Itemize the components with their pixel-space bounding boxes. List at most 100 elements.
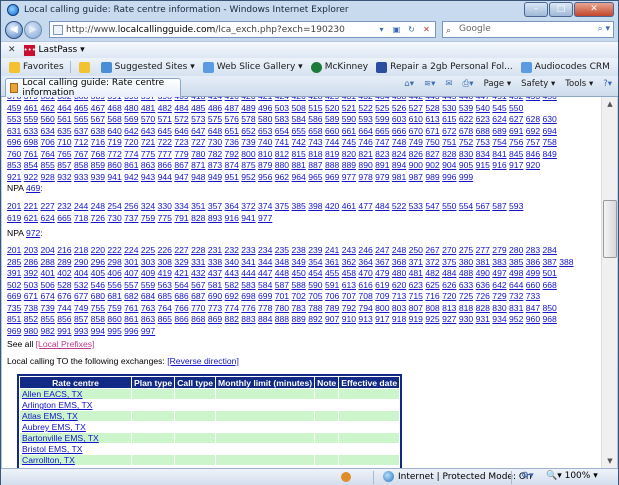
prefix-link[interactable]: 497	[492, 268, 506, 278]
prefix-link[interactable]: 372	[425, 257, 439, 267]
prefix-link[interactable]: 941	[107, 172, 121, 182]
prefix-link[interactable]: 239	[308, 245, 322, 255]
prefix-link[interactable]: 379	[24, 97, 38, 101]
prefix-link[interactable]: 807	[409, 303, 423, 313]
prefix-link[interactable]: 590	[342, 114, 356, 124]
prefix-link[interactable]: 465	[74, 103, 88, 113]
prefix-link[interactable]: 267	[425, 245, 439, 255]
prefix-link[interactable]: 374	[258, 201, 272, 211]
prefix-link[interactable]: 718	[74, 213, 88, 223]
prefix-link[interactable]: 413	[191, 97, 205, 101]
prefix-link[interactable]: 393	[124, 97, 138, 101]
prefix-link[interactable]: 539	[459, 103, 473, 113]
prefix-link[interactable]: 893	[208, 213, 222, 223]
prefix-link[interactable]: 890	[358, 160, 372, 170]
prefix-link[interactable]: 391	[107, 97, 121, 101]
prefix-link[interactable]: 776	[241, 303, 255, 313]
prefix-link[interactable]: 732	[509, 291, 523, 301]
prefix-link[interactable]: 665	[57, 213, 71, 223]
prefix-link[interactable]: 845	[509, 149, 523, 159]
prefix-link[interactable]: 808	[425, 303, 439, 313]
prefix-link[interactable]: 968	[543, 314, 557, 324]
prefix-link[interactable]: 593	[509, 201, 523, 211]
prefix-link[interactable]: 868	[191, 314, 205, 324]
fix-icon[interactable]: ⚙▾	[521, 471, 534, 481]
prefix-link[interactable]: 827	[425, 149, 439, 159]
prefix-link[interactable]: 977	[342, 172, 356, 182]
prefix-link[interactable]: 636	[476, 280, 490, 290]
prefix-link[interactable]: 381	[40, 97, 54, 101]
prefix-link[interactable]: 969	[325, 172, 339, 182]
prefix-link[interactable]: 626	[442, 280, 456, 290]
scroll-up-icon[interactable]: ▲	[603, 97, 617, 111]
prefix-link[interactable]: 706	[40, 137, 54, 147]
prefix-link[interactable]: 665	[375, 126, 389, 136]
prefix-link[interactable]: 341	[241, 257, 255, 267]
prefix-link[interactable]: 226	[158, 245, 172, 255]
prefix-link[interactable]: 719	[107, 137, 121, 147]
prefix-link[interactable]: 694	[543, 126, 557, 136]
prefix-link[interactable]: 680	[91, 291, 105, 301]
compat-view-icon[interactable]: ▣	[390, 23, 403, 36]
prefix-link[interactable]: 428	[308, 97, 322, 101]
prefix-link[interactable]: 481	[141, 103, 155, 113]
prefix-link[interactable]: 854	[24, 160, 38, 170]
prefix-link[interactable]: 232	[57, 201, 71, 211]
prefix-link[interactable]: 640	[107, 126, 121, 136]
prefix-link[interactable]: 707	[342, 291, 356, 301]
prefix-link[interactable]: 567	[191, 280, 205, 290]
prefix-link[interactable]: 849	[543, 149, 557, 159]
prefix-link[interactable]: 746	[358, 137, 372, 147]
prefix-link[interactable]: 834	[476, 149, 490, 159]
prefix-link[interactable]: 490	[476, 268, 490, 278]
prefix-link[interactable]: 867	[174, 160, 188, 170]
prefix-link[interactable]: 765	[57, 149, 71, 159]
prefix-link[interactable]: 820	[342, 149, 356, 159]
prefix-link[interactable]: 730	[107, 213, 121, 223]
prefix-link[interactable]: 666	[392, 126, 406, 136]
prefix-link[interactable]: 290	[74, 257, 88, 267]
prefix-link[interactable]: 587	[492, 201, 506, 211]
prefix-link[interactable]: 421	[174, 268, 188, 278]
prefix-link[interactable]: 858	[74, 160, 88, 170]
prefix-link[interactable]: 455	[325, 268, 339, 278]
prefix-link[interactable]: 642	[492, 280, 506, 290]
prefix-link[interactable]: 978	[358, 172, 372, 182]
prefix-link[interactable]: 705	[308, 291, 322, 301]
prefix-link[interactable]: 571	[158, 114, 172, 124]
prefix-link[interactable]: 256	[124, 201, 138, 211]
rate-centre-link[interactable]: Allen EACS, TX	[22, 389, 83, 399]
prefix-link[interactable]: 248	[392, 245, 406, 255]
prefix-link[interactable]: 949	[208, 172, 222, 182]
prefix-link[interactable]: 742	[291, 137, 305, 147]
prefix-link[interactable]: 664	[358, 126, 372, 136]
prefix-link[interactable]: 338	[208, 257, 222, 267]
prefix-link[interactable]: 778	[258, 303, 272, 313]
prefix-link[interactable]: 921	[7, 172, 21, 182]
prefix-link[interactable]: 772	[107, 149, 121, 159]
prefix-link[interactable]: 628	[526, 114, 540, 124]
prefix-link[interactable]: 533	[409, 201, 423, 211]
prefix-link[interactable]: 678	[459, 126, 473, 136]
prefix-link[interactable]: 508	[291, 103, 305, 113]
prefix-link[interactable]: 739	[241, 137, 255, 147]
prefix-link[interactable]: 528	[425, 103, 439, 113]
prefix-link[interactable]: 416	[225, 97, 239, 101]
local-prefixes-link[interactable]: [Local Prefixes]	[36, 339, 95, 349]
popup-blocked-icon[interactable]	[341, 472, 351, 482]
prefix-link[interactable]: 871	[191, 160, 205, 170]
rate-centre-link[interactable]: Aubrey EMS, TX	[22, 422, 86, 432]
prefix-link[interactable]: 754	[492, 137, 506, 147]
prefix-link[interactable]: 875	[241, 160, 255, 170]
prefix-link[interactable]: 956	[258, 172, 272, 182]
prefix-link[interactable]: 927	[442, 314, 456, 324]
prefix-link[interactable]: 658	[308, 126, 322, 136]
help-icon[interactable]: ?▾	[603, 79, 612, 89]
dropdown-arrow-icon[interactable]: ▾	[375, 23, 388, 36]
prefix-link[interactable]: 677	[74, 291, 88, 301]
prefix-link[interactable]: 283	[526, 245, 540, 255]
prefix-link[interactable]: 749	[409, 137, 423, 147]
vertical-scrollbar[interactable]: ▲ ▼	[601, 97, 617, 468]
prefix-link[interactable]: 661	[342, 126, 356, 136]
prefix-link[interactable]: 770	[191, 303, 205, 313]
